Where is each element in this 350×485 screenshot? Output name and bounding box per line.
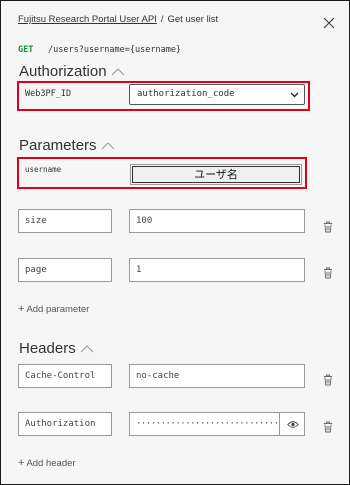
breadcrumb: Fujitsu Research Portal User API / Get use… <box>18 14 218 25</box>
plus-icon: + <box>18 303 25 315</box>
header-secret-input[interactable]: ······························ <box>129 412 280 436</box>
close-icon[interactable] <box>321 15 337 31</box>
add-parameter-link[interactable]: + Add parameter <box>18 303 89 315</box>
chevron-up-icon <box>101 142 114 150</box>
param-name-input[interactable]: page <box>18 258 112 282</box>
chevron-up-icon <box>80 345 94 353</box>
toggle-visibility-button[interactable] <box>279 412 305 436</box>
header-name-input[interactable]: Authorization <box>18 412 112 436</box>
headers-section-toggle[interactable]: Headers <box>19 340 94 357</box>
auth-flow-selected: authorization_code <box>137 89 235 99</box>
chevron-down-icon <box>290 92 299 98</box>
trash-icon[interactable] <box>323 267 333 279</box>
trash-icon[interactable] <box>323 421 333 433</box>
request-path: /users?username={username} <box>48 45 182 55</box>
auth-flow-select[interactable]: authorization_code <box>129 84 305 105</box>
authorization-title: Authorization <box>19 63 107 80</box>
add-header-label: Add header <box>26 458 76 469</box>
headers-title: Headers <box>19 340 76 357</box>
add-header-link[interactable]: + Add header <box>18 457 76 469</box>
authorization-section-toggle[interactable]: Authorization <box>19 63 125 80</box>
breadcrumb-endpoint: Get user list <box>167 14 219 25</box>
header-name-input[interactable]: Cache-Control <box>18 364 112 388</box>
eye-icon <box>287 421 299 428</box>
add-parameter-label: Add parameter <box>26 304 90 315</box>
auth-field-label: Web3PF_ID <box>25 89 72 99</box>
param-value-input[interactable]: 100 <box>129 209 305 233</box>
parameters-section-toggle[interactable]: Parameters <box>19 137 115 154</box>
username-value-input[interactable]: ユーザ名 <box>130 164 302 185</box>
breadcrumb-api-link[interactable]: Fujitsu Research Portal User API <box>18 14 157 25</box>
chevron-up-icon <box>111 68 124 76</box>
param-value-input[interactable]: 1 <box>129 258 305 282</box>
http-method: GET <box>18 45 34 55</box>
param-name-input[interactable]: size <box>18 209 112 233</box>
username-param-label: username <box>25 165 62 174</box>
header-value-input[interactable]: no-cache <box>129 364 305 388</box>
trash-icon[interactable] <box>323 374 333 386</box>
plus-icon: + <box>18 457 25 469</box>
breadcrumb-separator: / <box>160 14 164 25</box>
parameters-title: Parameters <box>19 137 97 154</box>
api-console-panel: Fujitsu Research Portal User API / Get use… <box>0 0 350 485</box>
trash-icon[interactable] <box>323 221 333 233</box>
